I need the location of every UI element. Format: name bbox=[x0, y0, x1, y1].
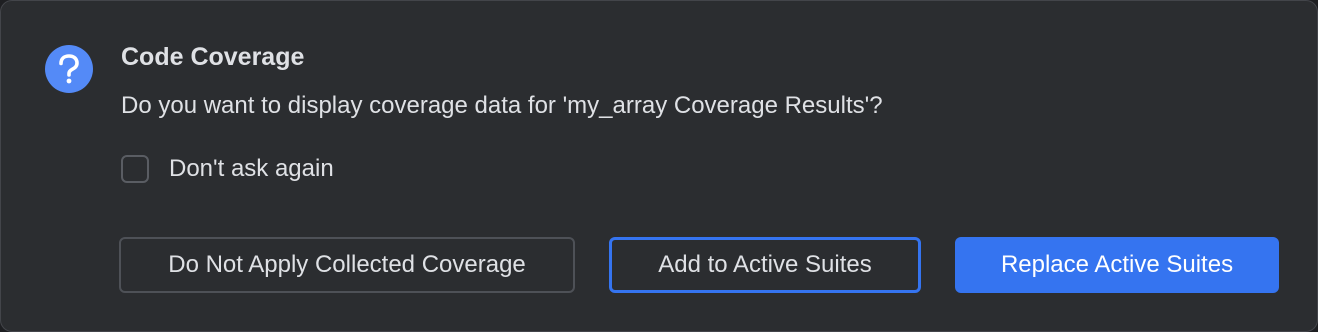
do-not-apply-button[interactable]: Do Not Apply Collected Coverage bbox=[119, 237, 575, 293]
dont-ask-again-row[interactable]: Don't ask again bbox=[121, 153, 334, 185]
question-icon bbox=[45, 45, 93, 93]
dialog-title: Code Coverage bbox=[121, 43, 305, 71]
add-to-active-suites-button[interactable]: Add to Active Suites bbox=[609, 237, 921, 293]
dont-ask-again-checkbox[interactable] bbox=[121, 155, 149, 183]
dialog-message: Do you want to display coverage data for… bbox=[121, 92, 883, 119]
replace-active-suites-button[interactable]: Replace Active Suites bbox=[955, 237, 1279, 293]
code-coverage-dialog: Code Coverage Do you want to display cov… bbox=[0, 0, 1318, 332]
dont-ask-again-label[interactable]: Don't ask again bbox=[169, 155, 334, 183]
